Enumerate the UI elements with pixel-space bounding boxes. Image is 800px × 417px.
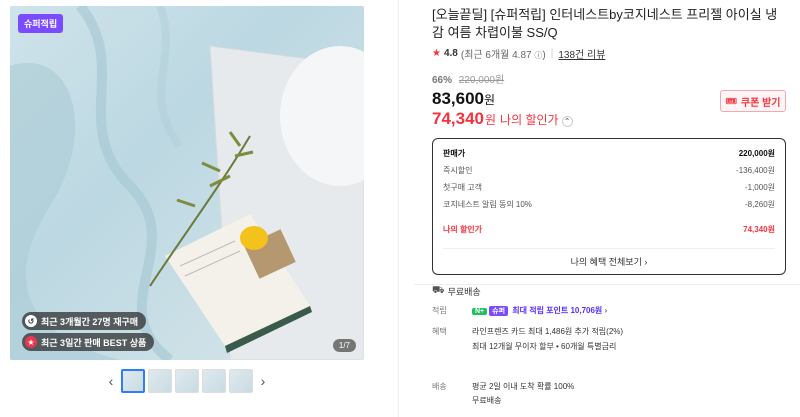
- product-page: 슈퍼적립 ↺ 최근 3개월간 27명 재구매 ★ 최근 3일간 판매 BEST …: [0, 0, 800, 417]
- npay-badge: N+: [472, 308, 488, 315]
- delivery-key: 배송: [432, 382, 447, 391]
- super-point-badge: 슈퍼적립: [18, 14, 64, 33]
- separator: |: [550, 48, 554, 59]
- chevron-left-icon[interactable]: ‹: [104, 373, 118, 389]
- reviews-link[interactable]: 138건 리뷰: [558, 46, 605, 61]
- view-all-benefits-label: 나의 혜택 전체보기: [570, 257, 642, 267]
- rating-recent: (최근 6개월 4.87 ⓘ): [460, 50, 546, 61]
- thumbnail-4[interactable]: [202, 369, 226, 393]
- currency-unit: 원: [484, 93, 496, 107]
- original-price: 220,000원: [458, 75, 505, 86]
- sale-price-value: 83,600: [432, 89, 484, 108]
- thumbnail-3[interactable]: [175, 369, 199, 393]
- points-value: 최대 적립 포인트 10,706원: [512, 306, 603, 315]
- chevron-up-icon[interactable]: ⌃: [561, 116, 573, 127]
- benefit-key: 혜택: [432, 327, 447, 336]
- truck-icon: ⛟: [432, 285, 445, 296]
- section-divider: [414, 284, 800, 285]
- free-shipping-text: 무료배송: [447, 287, 481, 297]
- column-divider: [398, 0, 399, 417]
- chevron-right-icon[interactable]: ›: [256, 373, 270, 389]
- price-row: 코지네스트 알림 동의 10% -8,260원: [443, 200, 775, 209]
- delivery-free: 무료배송: [472, 396, 502, 405]
- product-title: [오늘끝딜] [슈퍼적립] 인터네스트by코지네스트 프리젤 아이실 냉감 여름…: [432, 7, 778, 40]
- repurchase-pill: ↺ 최근 3개월간 27명 재구매: [22, 312, 147, 330]
- my-price-value: 74,340: [432, 109, 484, 128]
- thumbnail-strip: ‹ ›: [104, 369, 270, 393]
- shipping-row: ⛟ 무료배송: [432, 285, 786, 298]
- repurchase-icon: ↺: [25, 315, 37, 327]
- rating-row: ★ 4.8 (최근 6개월 4.87 ⓘ) | 138건 리뷰: [432, 46, 786, 61]
- best-seller-pill: ★ 최근 3일간 판매 BEST 상품: [22, 333, 155, 351]
- my-price: 74,340 원 나의 할인가 ⌃: [432, 109, 786, 129]
- super-badge: 슈퍼: [489, 306, 509, 316]
- coupon-button[interactable]: 🎟 쿠폰 받기: [720, 90, 786, 112]
- best-seller-text: 최근 3일간 판매 BEST 상품: [41, 337, 147, 348]
- price-row: 판매가 220,000원: [443, 149, 775, 158]
- price-row: 즉시할인 -136,400원: [443, 166, 775, 175]
- star-icon: ★: [432, 48, 441, 59]
- points-key: 적립: [432, 306, 447, 315]
- thumbnail-2[interactable]: [148, 369, 172, 393]
- my-price-unit: 원: [485, 113, 497, 127]
- product-main-image[interactable]: 슈퍼적립 ↺ 최근 3개월간 27명 재구매 ★ 최근 3일간 판매 BEST …: [10, 6, 364, 360]
- repurchase-text: 최근 3개월간 27명 재구매: [41, 316, 139, 327]
- discount-percent: 66%: [432, 75, 453, 86]
- my-price-label: 나의 할인가: [500, 113, 559, 127]
- price-row: 첫구매 고객 -1,000원: [443, 183, 775, 192]
- product-info-panel: [오늘끝딜] [슈퍼적립] 인터네스트by코지네스트 프리젤 아이실 냉감 여름…: [432, 6, 786, 298]
- coupon-label: 쿠폰 받기: [740, 97, 781, 109]
- discount-row: 66% 220,000원: [432, 71, 786, 86]
- chevron-right-icon: ›: [641, 256, 648, 267]
- price-breakdown-box: 판매가 220,000원 즉시할인 -136,400원 첫구매 고객 -1,000원 …: [432, 138, 786, 275]
- benefit-installment: 최대 12개월 무이자 할부 • 60개월 특별금리: [472, 342, 617, 351]
- rating-score: 4.8: [443, 48, 458, 59]
- view-all-benefits-button[interactable]: 나의 혜택 전체보기 ›: [443, 248, 775, 274]
- benefit-card: 라인프렌즈 카드 최대 1,486원 추가 적립(2%): [472, 327, 624, 336]
- bedding-photo: [10, 6, 364, 360]
- points-link[interactable]: N+ 슈퍼 최대 적립 포인트 10,706원 ›: [472, 305, 607, 316]
- delivery-eta: 평균 2일 이내 도착 확률 100%: [472, 382, 575, 391]
- thumbnail-5[interactable]: [229, 369, 253, 393]
- my-price-row: 나의 할인가 74,340원: [443, 225, 775, 234]
- best-icon: ★: [25, 336, 37, 348]
- info-icon: ⓘ: [534, 51, 543, 60]
- image-counter: 1/7: [332, 339, 356, 352]
- thumbnail-1[interactable]: [121, 369, 145, 393]
- coupon-icon: 🎟: [725, 95, 737, 106]
